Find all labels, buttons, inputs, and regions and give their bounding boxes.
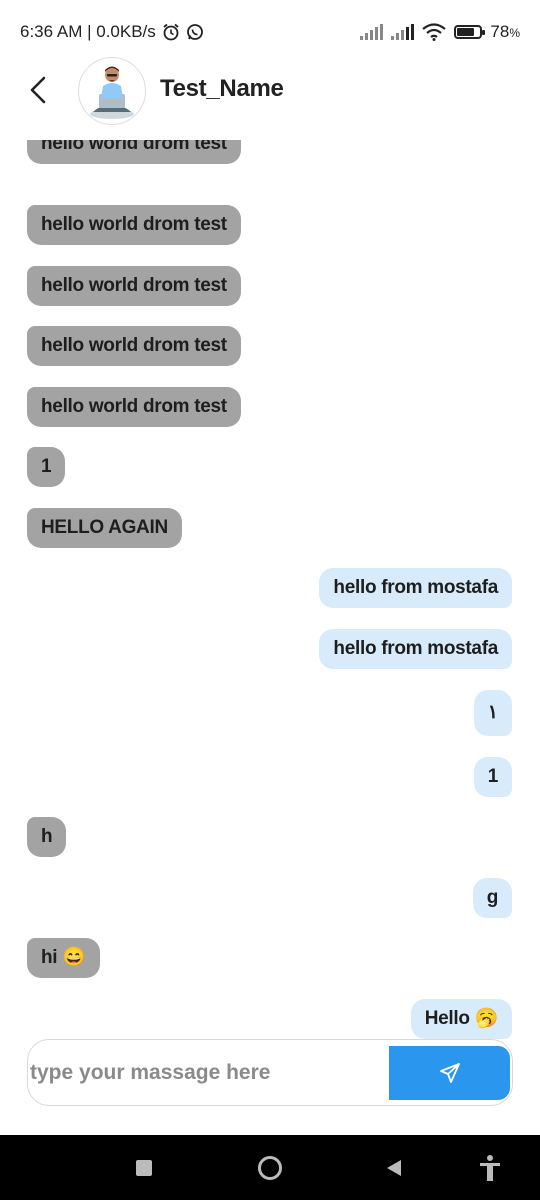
wifi-icon (422, 23, 447, 41)
message-bubble[interactable]: hello world drom test (27, 140, 241, 164)
chat-title: Test_Name (160, 75, 284, 102)
nav-back-button[interactable] (374, 1153, 414, 1183)
back-button[interactable] (24, 73, 54, 107)
nav-home-button[interactable] (250, 1153, 290, 1183)
message-bubble[interactable]: hello from mostafa (319, 568, 512, 608)
message-bubble[interactable]: 1 (473, 757, 512, 797)
message-input[interactable] (28, 1040, 390, 1105)
message-bubble[interactable]: Hello 🥱 (410, 999, 512, 1039)
battery-value: 78 (490, 22, 510, 41)
paper-plane-icon (439, 1063, 460, 1083)
message-bubble[interactable]: g (472, 878, 512, 918)
avatar[interactable] (78, 57, 146, 125)
status-time-network: 6:36 AM | 0.0KB/s (20, 22, 156, 41)
send-button[interactable] (389, 1046, 510, 1100)
message-bubble[interactable]: HELLO AGAIN (27, 508, 182, 548)
message-bubble[interactable]: h (27, 817, 67, 857)
message-bubble[interactable]: hello world drom test (27, 387, 241, 427)
triangle-back-icon (387, 1160, 401, 1176)
message-bubble[interactable]: hi 😄 (27, 938, 100, 978)
status-left: 6:36 AM | 0.0KB/s (20, 22, 204, 42)
whatsapp-icon (186, 24, 203, 40)
battery-percent: 78% (490, 22, 520, 42)
nav-recent-button[interactable] (124, 1153, 164, 1183)
accessibility-icon (480, 1155, 500, 1181)
circle-icon (258, 1156, 282, 1180)
message-bubble[interactable]: hello from mostafa (319, 629, 512, 669)
battery-fill (457, 28, 475, 36)
message-bubble[interactable]: 1 (27, 447, 66, 487)
alarm-clock-icon (163, 23, 179, 41)
person-with-laptop-avatar (90, 66, 134, 119)
message-list[interactable]: hello world drom test hello world drom t… (0, 140, 540, 1040)
signal-strength-icon (360, 24, 384, 40)
battery-icon (454, 25, 486, 39)
nav-accessibility-button[interactable] (470, 1153, 510, 1183)
message-bubble[interactable]: hello world drom test (27, 326, 241, 366)
message-bubble[interactable]: ١ (473, 690, 512, 736)
system-nav-bar (0, 1135, 540, 1200)
battery-unit: % (509, 26, 520, 40)
message-composer (27, 1039, 513, 1106)
signal-strength-icon-2 (391, 24, 415, 40)
status-right: 78% (360, 22, 520, 42)
square-icon (136, 1160, 152, 1176)
message-bubble[interactable]: hello world drom test (27, 266, 241, 306)
chevron-left-icon (30, 76, 46, 104)
chat-header: Test_Name (0, 55, 540, 127)
status-bar: 6:36 AM | 0.0KB/s 78% (0, 0, 540, 62)
message-bubble[interactable]: hello world drom test (27, 205, 241, 245)
